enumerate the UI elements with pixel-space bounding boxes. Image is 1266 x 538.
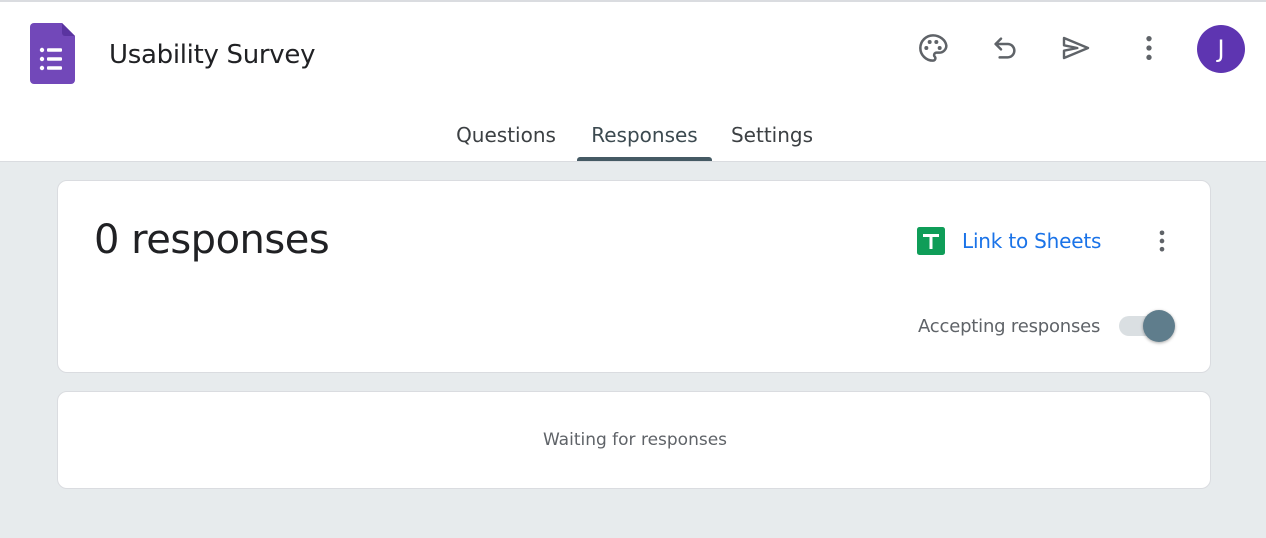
tab-settings[interactable]: Settings — [722, 110, 822, 162]
responses-more-button[interactable] — [1146, 223, 1178, 259]
link-to-sheets-button[interactable]: Link to Sheets — [917, 227, 1101, 255]
waiting-message: Waiting for responses — [542, 430, 728, 450]
accepting-responses-toggle[interactable] — [1119, 309, 1177, 343]
response-count: 0 responses — [94, 217, 330, 263]
document-title[interactable]: Usability Survey — [109, 40, 315, 70]
google-sheets-icon — [917, 227, 945, 255]
more-vert-icon — [1146, 36, 1152, 60]
active-tab-indicator — [577, 157, 712, 161]
palette-icon — [919, 34, 948, 62]
responses-summary-card: 0 responses Link to Sheets Accepting res… — [57, 180, 1211, 373]
send-button[interactable] — [1052, 24, 1100, 72]
undo-button[interactable] — [981, 24, 1029, 72]
toggle-thumb — [1143, 310, 1175, 342]
send-icon — [1062, 36, 1090, 60]
more-vert-icon — [1159, 230, 1165, 252]
google-forms-icon[interactable] — [30, 23, 75, 84]
tab-bar: Questions Responses Settings — [0, 110, 1266, 162]
link-to-sheets-label: Link to Sheets — [962, 229, 1102, 253]
tab-questions[interactable]: Questions — [446, 110, 566, 162]
accepting-responses-label: Accepting responses — [918, 316, 1101, 337]
waiting-card: Waiting for responses — [57, 391, 1211, 489]
avatar[interactable]: J — [1197, 25, 1245, 73]
app-header: Usability Survey J Questions Responses S — [0, 0, 1266, 162]
tab-responses[interactable]: Responses — [577, 110, 712, 162]
undo-icon — [994, 37, 1016, 59]
more-options-button[interactable] — [1125, 24, 1173, 72]
palette-button[interactable] — [909, 24, 957, 72]
